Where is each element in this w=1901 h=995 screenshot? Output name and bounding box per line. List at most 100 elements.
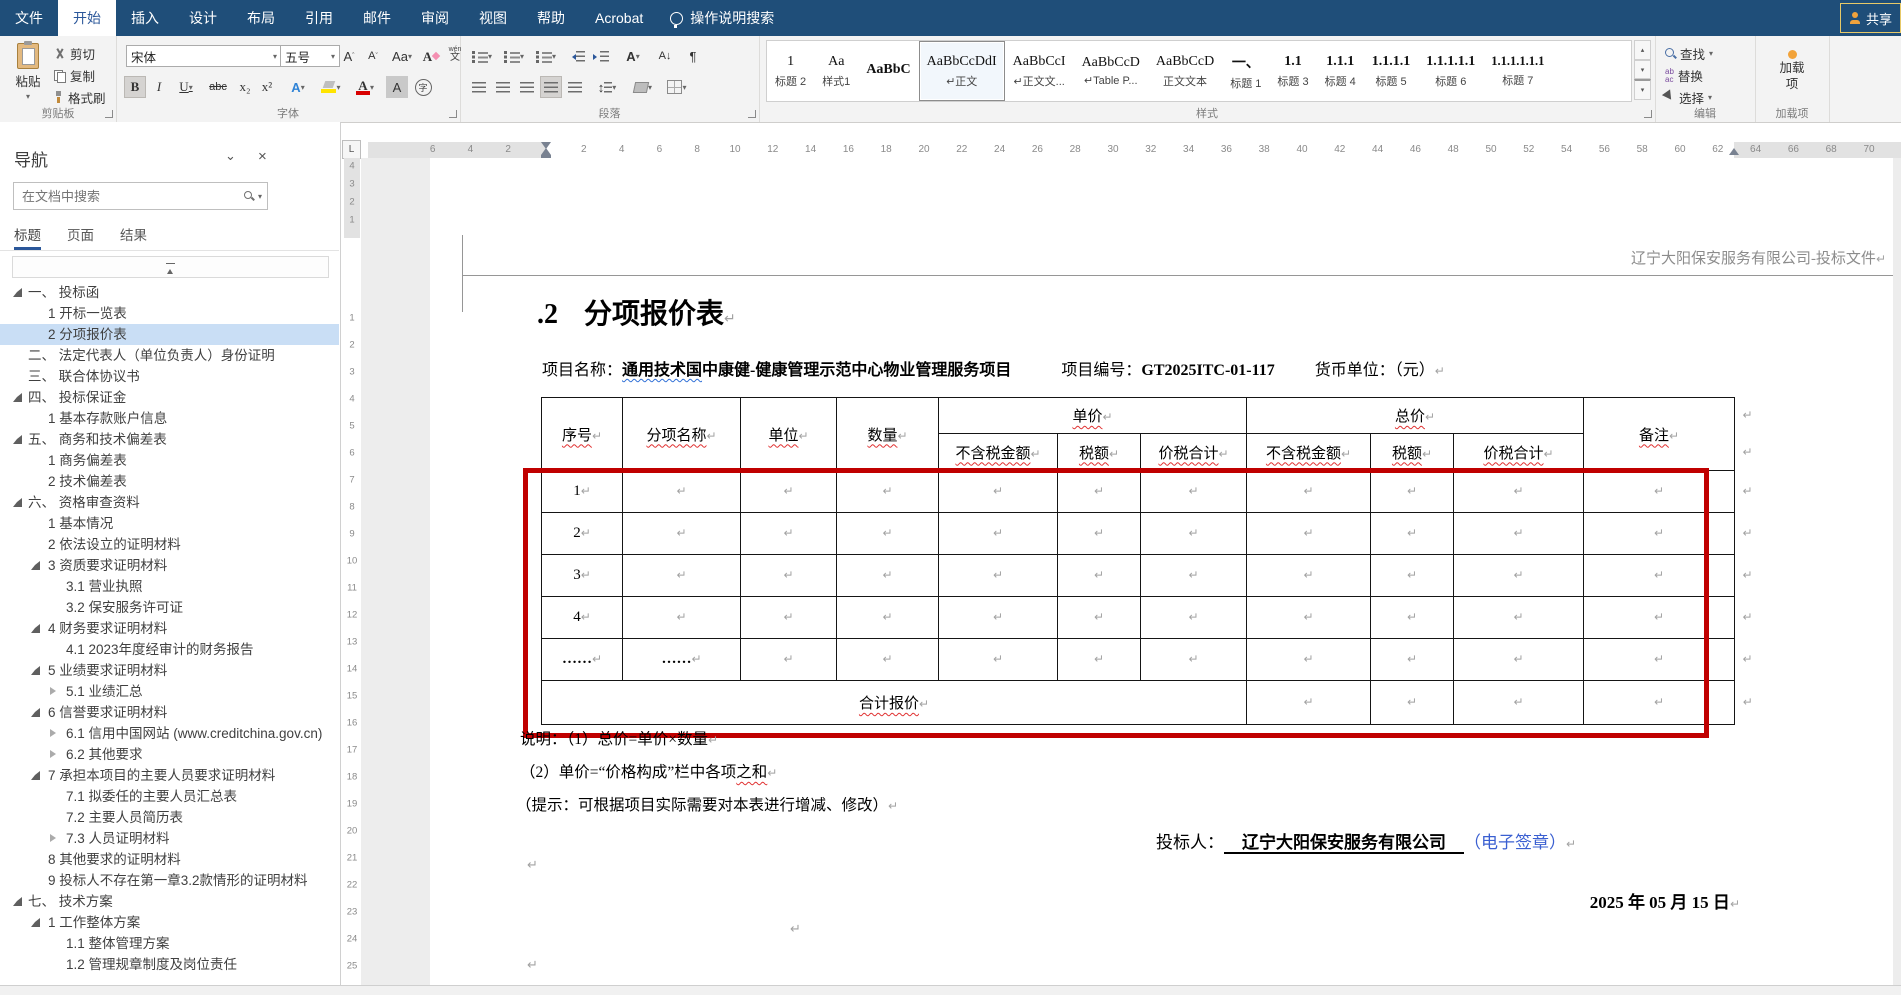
bullets-button[interactable]: ▾ xyxy=(468,45,496,67)
menu-tab-0[interactable]: 文件 xyxy=(0,0,58,36)
clear-formatting-button[interactable]: A xyxy=(420,45,442,67)
italic-button[interactable]: I xyxy=(148,76,170,98)
nav-item-3[interactable]: 二、 法定代表人（单位负责人）身份证明 xyxy=(0,345,339,366)
style-item-8[interactable]: 1.1 标题 3 xyxy=(1269,41,1316,101)
collapse-icon[interactable] xyxy=(13,435,22,444)
align-center-button[interactable] xyxy=(492,76,514,98)
collapse-icon[interactable] xyxy=(31,771,40,780)
menu-tab-6[interactable]: 邮件 xyxy=(348,0,406,36)
table-header-cell[interactable]: 单价↵ xyxy=(938,397,1247,434)
nav-item-6[interactable]: 1 基本存款账户信息 xyxy=(0,408,339,429)
nav-tab-2[interactable]: 结果 xyxy=(120,224,147,250)
numbering-button[interactable]: ▾ xyxy=(500,45,528,67)
nav-tab-1[interactable]: 页面 xyxy=(67,224,94,250)
menu-tab-4[interactable]: 布局 xyxy=(232,0,290,36)
menu-tab-1[interactable]: 开始 xyxy=(58,0,116,36)
clipboard-dialog-launcher[interactable] xyxy=(105,110,113,118)
nav-item-13[interactable]: 3 资质要求证明材料 xyxy=(0,555,339,576)
nav-item-8[interactable]: 1 商务偏差表 xyxy=(0,450,339,471)
table-header-cell[interactable]: 数量↵ xyxy=(836,397,939,471)
styles-dialog-launcher[interactable] xyxy=(1644,110,1652,118)
text-effects-button[interactable]: A ▾ xyxy=(284,76,312,98)
note-line-3[interactable]: （提示：可根据项目实际需要对本表进行增减、修改）↵ xyxy=(516,793,898,815)
underline-button[interactable]: U ▾ xyxy=(172,76,200,98)
navigation-search-input[interactable] xyxy=(14,188,244,204)
expand-icon[interactable] xyxy=(50,750,56,758)
table-header-cell[interactable]: 分项名称↵ xyxy=(622,397,741,471)
decrease-indent-button[interactable] xyxy=(566,45,588,67)
style-item-10[interactable]: 1.1.1.1 标题 5 xyxy=(1364,41,1419,101)
collapse-icon[interactable] xyxy=(31,666,40,675)
vertical-ruler[interactable]: 4 3 2 1 1 2 3 4 5 6 7 8 9 10 11 12 13 14 15 16 17 18 19 20 21 22 2… xyxy=(344,158,360,985)
change-case-button[interactable]: Aa ▾ xyxy=(388,45,416,67)
replace-button[interactable]: ab ac 替换 xyxy=(1665,66,1703,85)
highlight-color-button[interactable]: ▾ xyxy=(316,76,346,98)
nav-item-32[interactable]: 1.2 管理规章制度及岗位责任 xyxy=(0,954,339,975)
search-icon[interactable] xyxy=(243,191,254,201)
nav-item-4[interactable]: 三、 联合体协议书 xyxy=(0,366,339,387)
nav-item-10[interactable]: 六、 资格审查资料 xyxy=(0,492,339,513)
nav-item-5[interactable]: 四、 投标保证金 xyxy=(0,387,339,408)
nav-item-21[interactable]: 6.1 信用中国网站 (www.creditchina.gov.cn) xyxy=(0,723,339,744)
table-subheader-cell[interactable]: 税额↵ xyxy=(1370,433,1454,471)
table-subheader-cell[interactable]: 税额↵ xyxy=(1057,433,1141,471)
font-size-combo[interactable]: 五号 ▾ xyxy=(280,45,340,67)
bidder-line[interactable]: 投标人： 辽宁大阳保安服务有限公司 （电子签章）↵ xyxy=(1156,828,1576,854)
style-item-1[interactable]: Aa 样式1 xyxy=(814,41,858,101)
nav-item-11[interactable]: 1 基本情况 xyxy=(0,513,339,534)
style-item-2[interactable]: AaBbC xyxy=(858,41,918,101)
navigation-close-icon[interactable]: × xyxy=(258,148,267,165)
jump-to-top-bar[interactable] xyxy=(12,256,329,278)
subscript-button[interactable]: x₂ xyxy=(234,76,256,98)
nav-item-26[interactable]: 7.3 人员证明材料 xyxy=(0,828,339,849)
menu-tab-10[interactable]: Acrobat xyxy=(580,0,658,36)
bold-button[interactable]: B xyxy=(124,76,146,98)
nav-item-28[interactable]: 9 投标人不存在第一章3.2款情形的证明材料 xyxy=(0,870,339,891)
asian-layout-button[interactable]: A ▾ xyxy=(618,45,648,67)
collapse-icon[interactable] xyxy=(13,393,22,402)
note-line-2[interactable]: （2）单价=“价格构成”栏中各项之和↵ xyxy=(520,760,777,782)
collapse-icon[interactable] xyxy=(13,498,22,507)
nav-item-0[interactable]: 一、 投标函 xyxy=(0,282,339,303)
tab-stop-selector[interactable]: L xyxy=(342,140,361,159)
share-button[interactable]: 共享 xyxy=(1839,3,1901,33)
font-color-button[interactable]: A ▾ xyxy=(350,76,380,98)
align-left-button[interactable] xyxy=(468,76,490,98)
find-button[interactable]: 查找 ▾ xyxy=(1665,44,1713,63)
nav-item-7[interactable]: 五、 商务和技术偏差表 xyxy=(0,429,339,450)
nav-item-16[interactable]: 4 财务要求证明材料 xyxy=(0,618,339,639)
nav-item-9[interactable]: 2 技术偏差表 xyxy=(0,471,339,492)
expand-icon[interactable] xyxy=(50,687,56,695)
nav-item-23[interactable]: 7 承担本项目的主要人员要求证明材料 xyxy=(0,765,339,786)
collapse-icon[interactable] xyxy=(31,918,40,927)
collapse-icon[interactable] xyxy=(31,624,40,633)
menu-tab-5[interactable]: 引用 xyxy=(290,0,348,36)
style-item-12[interactable]: 1.1.1.1.1.1 标题 7 xyxy=(1483,41,1552,101)
table-header-cell[interactable]: 备注↵ xyxy=(1583,397,1735,471)
shrink-font-button[interactable]: Aˇ xyxy=(362,45,384,67)
style-item-0[interactable]: 1 标题 2 xyxy=(767,41,814,101)
distribute-button[interactable] xyxy=(564,76,586,98)
nav-item-1[interactable]: 1 开标一览表 xyxy=(0,303,339,324)
paragraph-dialog-launcher[interactable] xyxy=(748,110,756,118)
nav-item-12[interactable]: 2 依法设立的证明材料 xyxy=(0,534,339,555)
paste-button[interactable]: 粘贴 ▾ xyxy=(8,41,48,102)
nav-item-17[interactable]: 4.1 2023年度经审计的财务报告 xyxy=(0,639,339,660)
character-shading-button[interactable]: A xyxy=(386,76,408,98)
tell-me-search[interactable]: 操作说明搜索 xyxy=(658,0,786,36)
gallery-down-icon[interactable]: ▾ xyxy=(1634,59,1651,80)
font-name-combo[interactable]: 宋体 ▾ xyxy=(126,45,282,67)
addins-button[interactable]: 加载项 xyxy=(1770,42,1814,100)
multilevel-list-button[interactable]: ▾ xyxy=(532,45,560,67)
table-header-cell[interactable]: 单位↵ xyxy=(740,397,837,471)
nav-item-2[interactable]: 2 分项报价表 xyxy=(0,324,339,345)
menu-tab-7[interactable]: 审阅 xyxy=(406,0,464,36)
increase-indent-button[interactable] xyxy=(590,45,612,67)
shading-button[interactable]: ▾ xyxy=(628,76,658,98)
grow-font-button[interactable]: Aˆ xyxy=(338,45,360,67)
sort-button[interactable]: A↓ xyxy=(652,45,678,67)
note-line-1[interactable]: 说明：（1）总价=单价×数量↵ xyxy=(520,727,718,749)
navigation-chevron-icon[interactable]: ⌄ xyxy=(225,148,236,164)
style-item-4[interactable]: AaBbCcI ↵正文文... xyxy=(1005,41,1074,101)
section-heading[interactable]: .2 分项报价表↵ xyxy=(537,292,736,332)
